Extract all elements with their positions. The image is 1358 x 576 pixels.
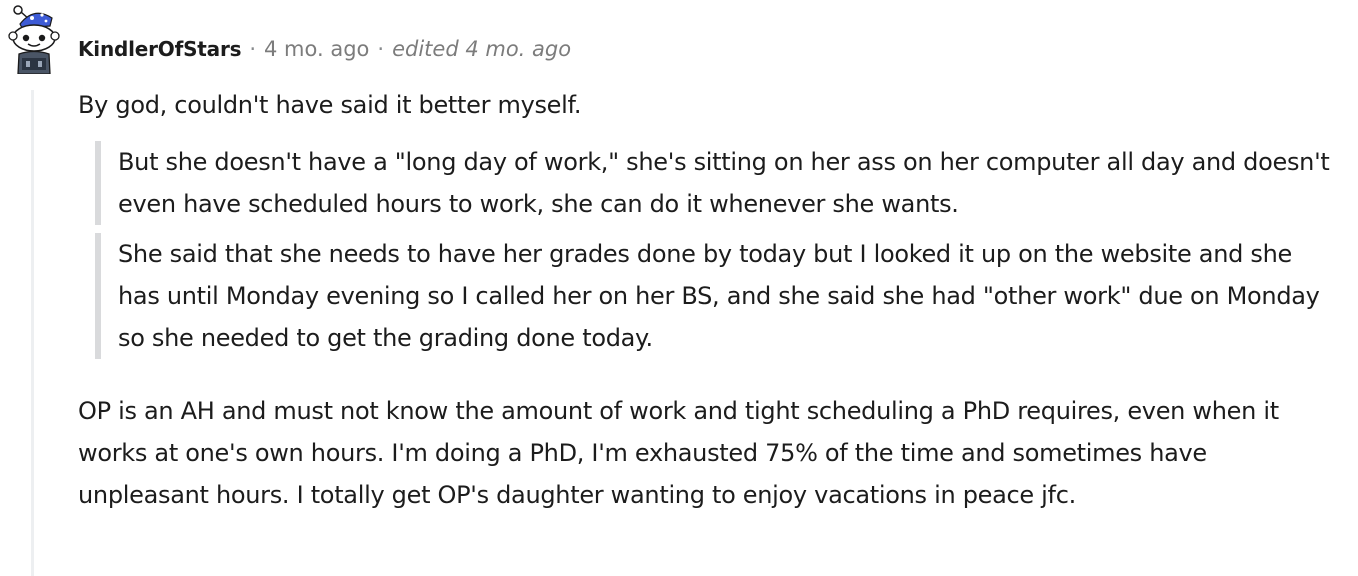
comment-meta: KindlerOfStars · 4 mo. ago · edited 4 mo… xyxy=(78,34,571,64)
edited-label: edited 4 mo. ago xyxy=(392,37,572,61)
comment-paragraph: OP is an AH and must not know the amount… xyxy=(78,397,1279,509)
meta-separator: · xyxy=(377,37,385,61)
meta-separator: · xyxy=(249,37,257,61)
snoo-avatar-icon[interactable] xyxy=(4,2,64,75)
author-link[interactable]: KindlerOfStars xyxy=(78,37,242,61)
quote-text: She said that she needs to have her grad… xyxy=(118,240,1320,352)
thread-line[interactable] xyxy=(31,90,34,576)
blockquote: She said that she needs to have her grad… xyxy=(95,233,1335,359)
comment-paragraph: By god, couldn't have said it better mys… xyxy=(78,91,582,119)
quote-text: But she doesn't have a "long day of work… xyxy=(118,148,1330,218)
comment-age[interactable]: 4 mo. ago xyxy=(264,37,369,61)
comment: KindlerOfStars · 4 mo. ago · edited 4 mo… xyxy=(0,0,1358,576)
blockquote: But she doesn't have a "long day of work… xyxy=(95,141,1335,225)
